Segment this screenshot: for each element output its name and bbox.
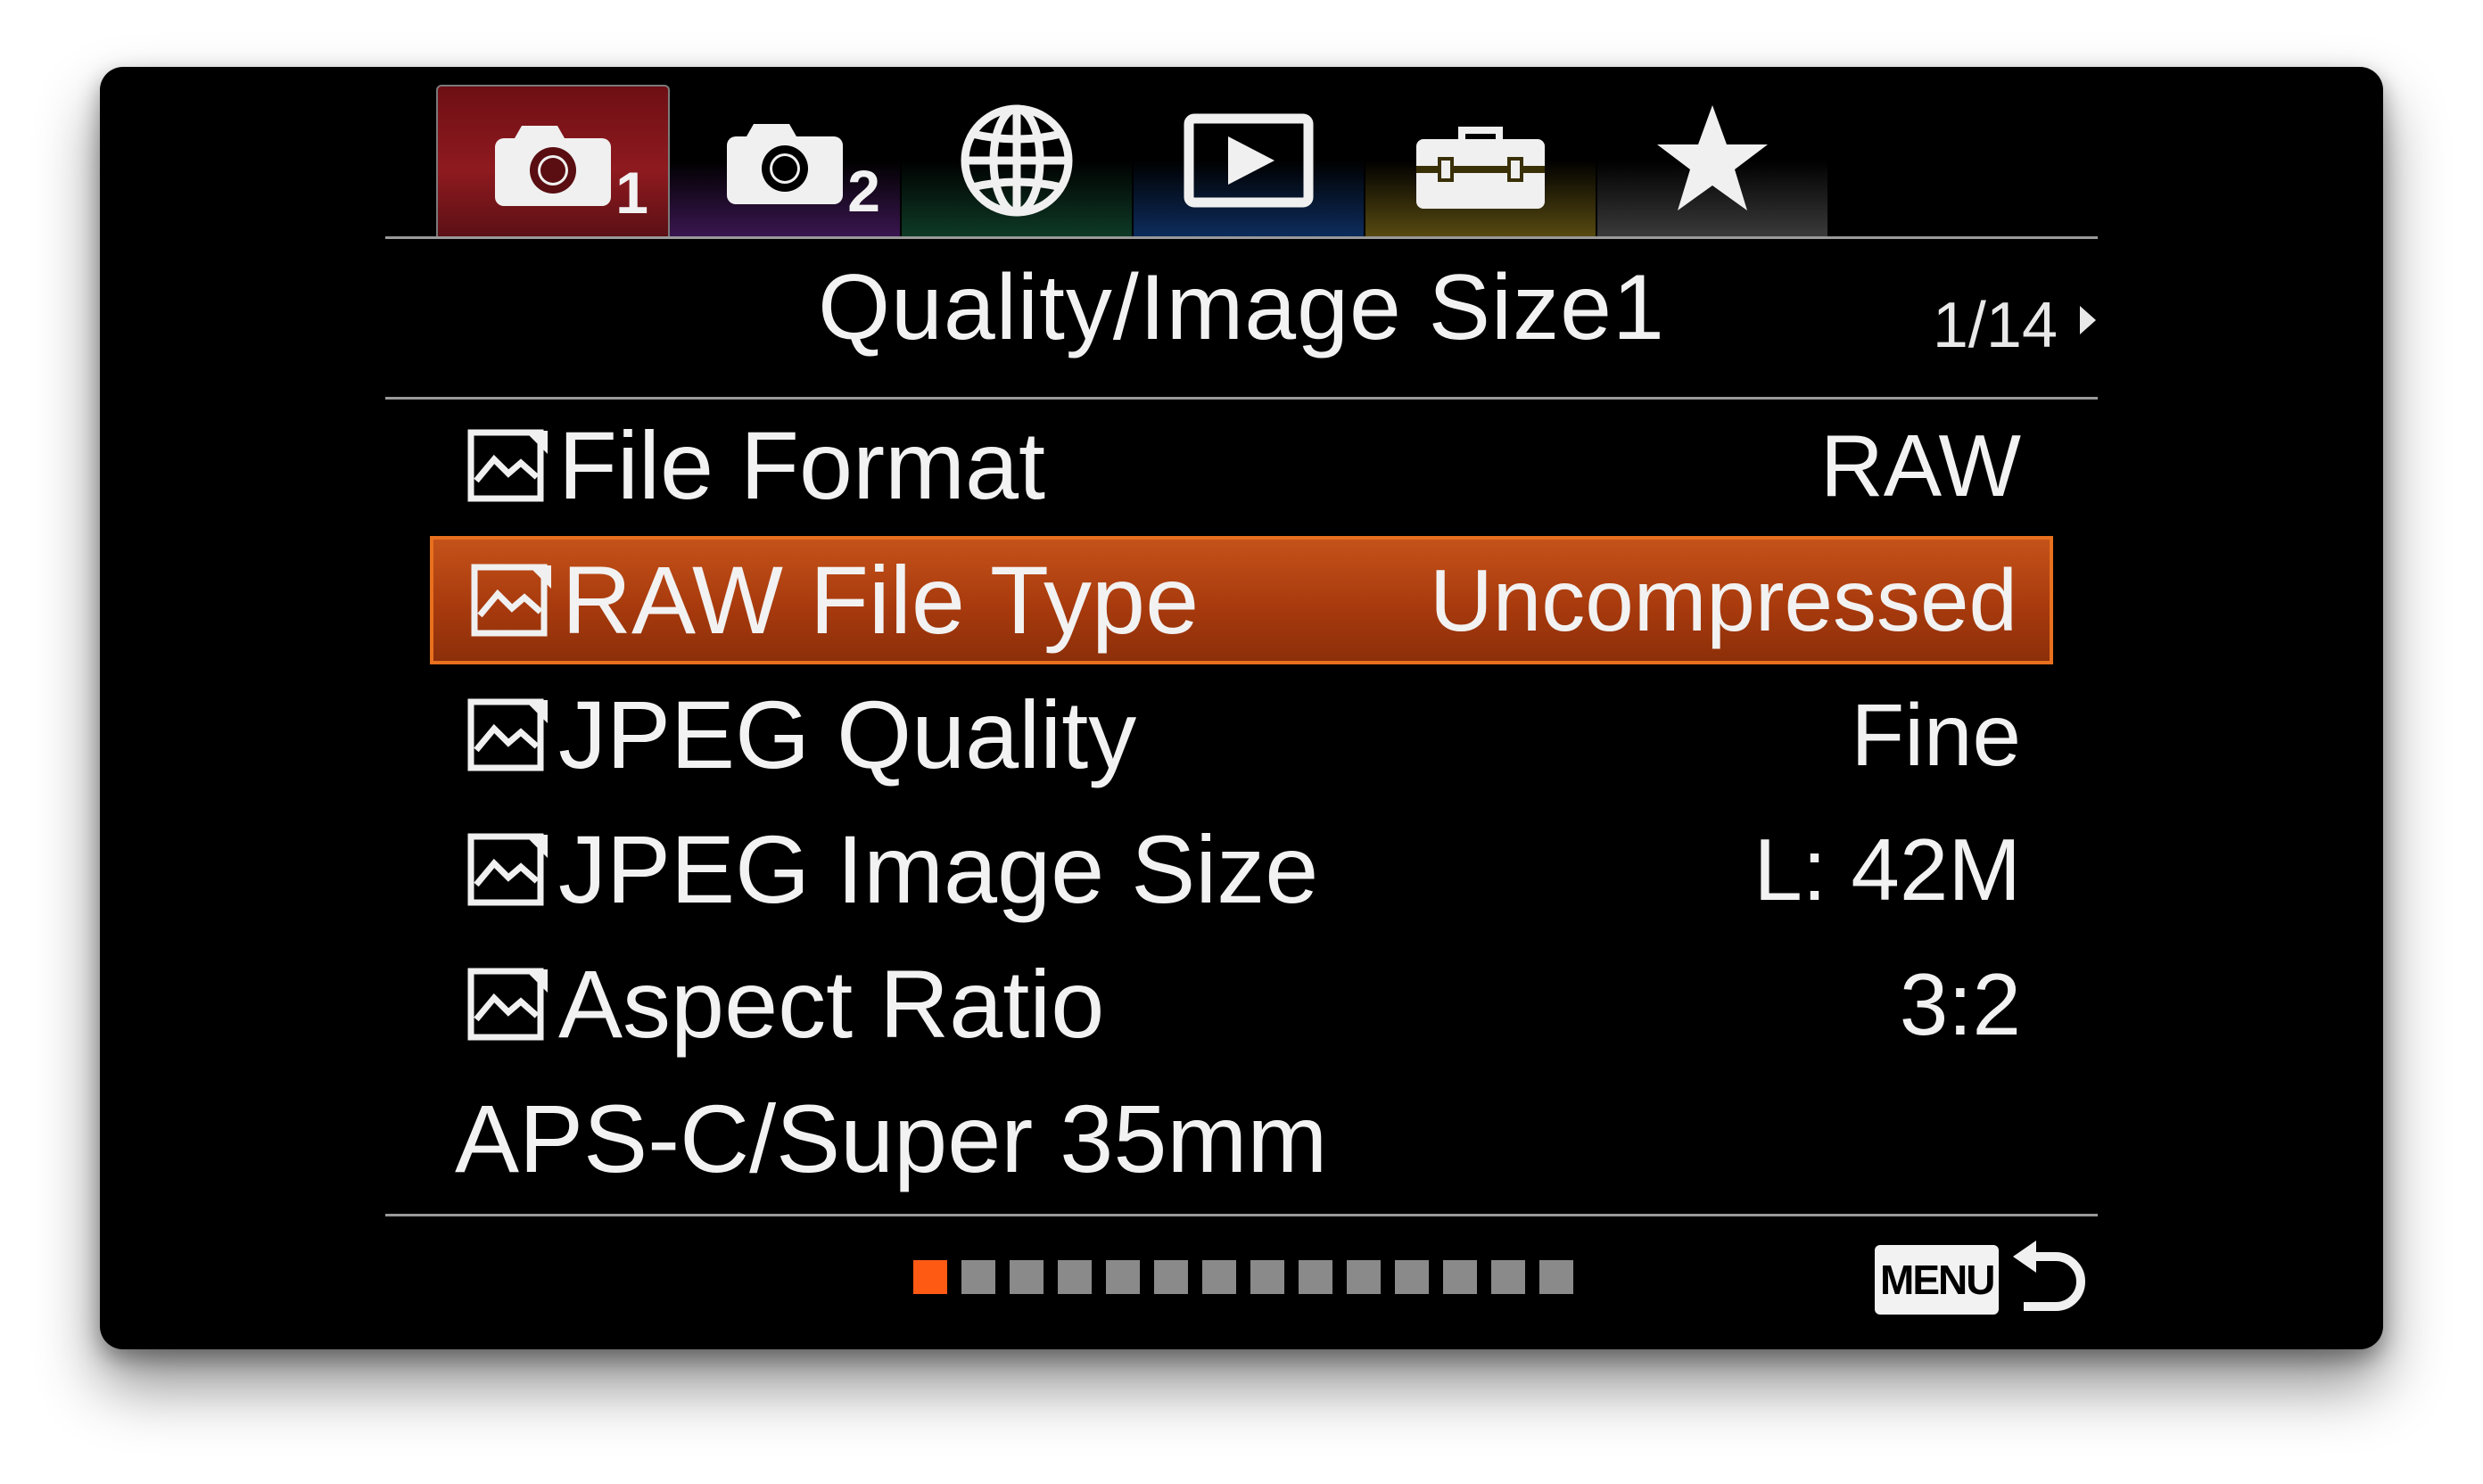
tab-playback[interactable]: [1134, 85, 1365, 236]
menu-item-label: JPEG Image Size: [558, 815, 1319, 923]
page-dot: [1395, 1260, 1429, 1294]
globe-icon: [961, 104, 1073, 217]
tab-shooting-1[interactable]: 1: [436, 85, 670, 238]
return-arrow-icon: [2013, 1241, 2086, 1311]
star-icon: [1657, 105, 1768, 210]
still-image-icon: [467, 833, 548, 906]
menu-item-value: L: 42M: [1753, 820, 2021, 919]
menu-item-value: Uncompressed: [1429, 551, 2017, 649]
tab-number: 2: [847, 158, 880, 224]
page-dot: [1154, 1260, 1188, 1294]
menu-item-label: File Format: [558, 411, 1046, 519]
menu-item-label: JPEG Quality: [558, 680, 1137, 788]
page-dot: [1539, 1260, 1573, 1294]
menu-item-value: Fine: [1851, 686, 2021, 784]
menu-item-label: RAW File Type: [562, 546, 1200, 654]
tab-shooting-2[interactable]: 2: [670, 85, 902, 236]
page-dot: [1491, 1260, 1525, 1294]
page-dot: [1347, 1260, 1381, 1294]
tab-network[interactable]: [902, 85, 1134, 236]
menu-item-aps-c-super-35mm[interactable]: APS-C/Super 35mm: [430, 1075, 2053, 1203]
menu-item-jpeg-quality[interactable]: JPEG Quality Fine: [430, 671, 2053, 799]
tab-divider-line: [385, 236, 2098, 239]
menu-item-jpeg-image-size[interactable]: JPEG Image Size L: 42M: [430, 805, 2053, 934]
next-page-arrow-icon[interactable]: [2080, 306, 2096, 334]
play-icon: [1184, 113, 1314, 208]
page-counter: 1/14: [1932, 290, 2058, 361]
menu-back-button[interactable]: MENU: [1875, 1237, 2093, 1323]
page-dot: [961, 1260, 995, 1294]
camera-icon: [727, 124, 843, 204]
menu-item-value: 3:2: [1899, 955, 2021, 1053]
page-dot: [1010, 1260, 1044, 1294]
still-image-icon: [471, 564, 551, 637]
camera-menu-screen: 1 2 Quality/Image Size1 1/14 File Format…: [100, 67, 2383, 1349]
page-dot: [1299, 1260, 1332, 1294]
tab-my-menu[interactable]: [1597, 85, 1829, 236]
page-dot: [1443, 1260, 1477, 1294]
page-dot: [1058, 1260, 1092, 1294]
menu-button-label: MENU: [1875, 1245, 2000, 1315]
page-dot-active: [913, 1260, 947, 1294]
menu-item-raw-file-type[interactable]: RAW File Type Uncompressed: [430, 536, 2053, 664]
menu-item-label: APS-C/Super 35mm: [455, 1084, 1328, 1192]
toolbox-icon: [1416, 127, 1545, 209]
page-dot: [1202, 1260, 1236, 1294]
camera-icon: [495, 126, 611, 206]
menu-item-aspect-ratio[interactable]: Aspect Ratio 3:2: [430, 940, 2053, 1068]
menu-tabs: 1 2: [436, 85, 1829, 238]
page-dot: [1106, 1260, 1140, 1294]
menu-item-file-format[interactable]: File Format RAW: [430, 401, 2053, 530]
footer-divider-line: [385, 1214, 2098, 1216]
menu-item-label: Aspect Ratio: [558, 950, 1105, 1058]
header-divider-line: [385, 397, 2098, 400]
still-image-icon: [467, 429, 548, 502]
still-image-icon: [467, 968, 548, 1041]
tab-setup[interactable]: [1365, 85, 1597, 236]
tab-number: 1: [615, 160, 648, 226]
page-indicator: [913, 1260, 1573, 1294]
page-dot: [1250, 1260, 1284, 1294]
still-image-icon: [467, 698, 548, 771]
menu-item-value: RAW: [1820, 416, 2021, 515]
